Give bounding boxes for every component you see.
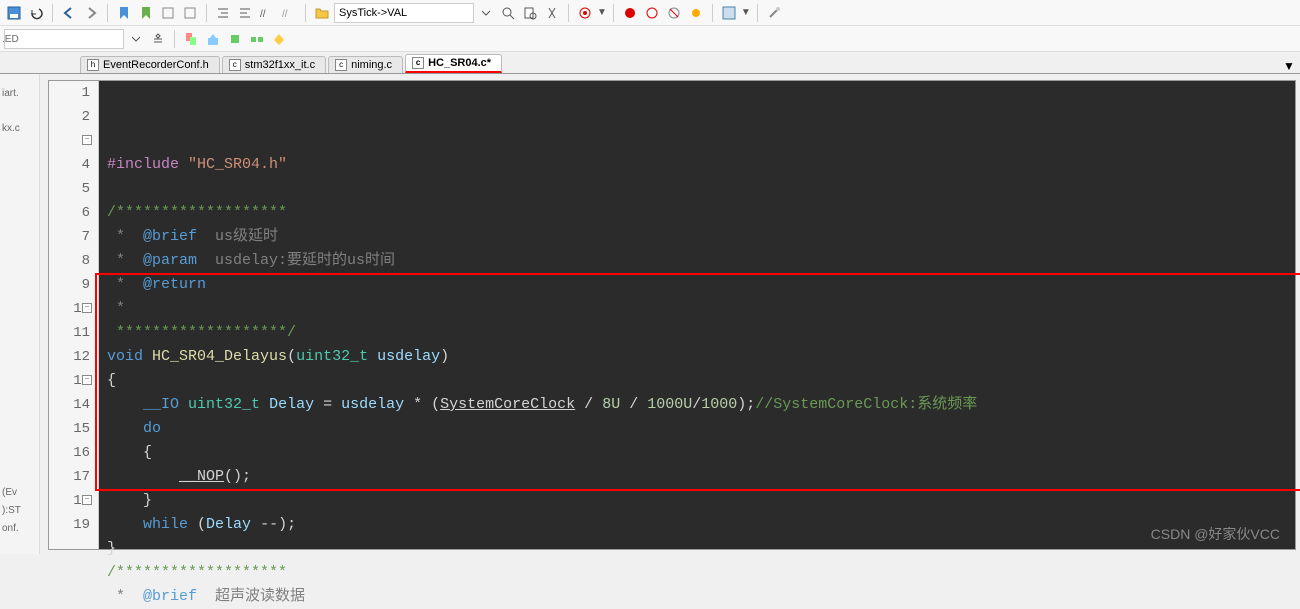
bookmark-add-icon[interactable]	[136, 3, 156, 23]
code-line[interactable]	[107, 177, 1295, 201]
back-icon[interactable]	[59, 3, 79, 23]
tab-hcsr04[interactable]: c HC_SR04.c*	[405, 54, 502, 73]
code-line[interactable]: }	[107, 489, 1295, 513]
code-line[interactable]: /*******************	[107, 201, 1295, 225]
code-line[interactable]: {	[107, 441, 1295, 465]
sidebar-label: ):ST	[2, 505, 21, 516]
code-content[interactable]: #include "HC_SR04.h" /*******************…	[99, 81, 1295, 549]
find-icon[interactable]	[498, 3, 518, 23]
separator	[568, 4, 569, 22]
separator	[174, 30, 175, 48]
code-line[interactable]: * @param usdelay:要延时的us时间	[107, 249, 1295, 273]
file-icon: c	[229, 59, 241, 71]
code-line[interactable]: *	[107, 297, 1295, 321]
separator	[613, 4, 614, 22]
code-line[interactable]: #include "HC_SR04.h"	[107, 153, 1295, 177]
debug-icon[interactable]	[575, 3, 595, 23]
tab-label: HC_SR04.c*	[428, 57, 491, 69]
code-line[interactable]: __IO uint32_t Delay = usdelay * (SystemC…	[107, 393, 1295, 417]
code-line[interactable]: * @brief us级延时	[107, 225, 1295, 249]
breakpoint-kill-icon[interactable]	[664, 3, 684, 23]
file-icon: h	[87, 59, 99, 71]
bookmark-next-icon[interactable]	[180, 3, 200, 23]
build-icon[interactable]	[203, 29, 223, 49]
fold-icon[interactable]: −	[82, 135, 92, 145]
dropdown-icon[interactable]	[126, 29, 146, 49]
window-icon[interactable]	[719, 3, 739, 23]
folder-icon[interactable]	[312, 3, 332, 23]
breakpoint-icon[interactable]	[620, 3, 640, 23]
collapsed-sidebar: .ED iart. kx.c (Ev ):ST onf.	[0, 52, 40, 554]
tab-eventrecorder[interactable]: h EventRecorderConf.h	[80, 56, 220, 73]
svg-text://: //	[260, 9, 266, 20]
code-line[interactable]: do	[107, 417, 1295, 441]
save-icon[interactable]	[4, 3, 24, 23]
file-icon: c	[335, 59, 347, 71]
code-editor[interactable]: 123−45678910−111213−1415161718−19 #inclu…	[48, 80, 1296, 550]
options-icon[interactable]	[148, 29, 168, 49]
code-line[interactable]: {	[107, 369, 1295, 393]
dropdown-arrow[interactable]: ▼	[741, 7, 751, 18]
fold-icon[interactable]: −	[82, 375, 92, 385]
undo-icon[interactable]	[26, 3, 46, 23]
find-in-files-icon[interactable]	[520, 3, 540, 23]
breakpoint-disable-icon[interactable]	[642, 3, 662, 23]
uncomment-icon[interactable]: //	[279, 3, 299, 23]
code-line[interactable]: *******************/	[107, 321, 1295, 345]
sidebar-label: iart.	[2, 88, 37, 99]
stop-build-icon[interactable]	[269, 29, 289, 49]
code-line[interactable]: void HC_SR04_Delayus(uint32_t usdelay)	[107, 345, 1295, 369]
outdent-icon[interactable]	[235, 3, 255, 23]
batch-build-icon[interactable]	[247, 29, 267, 49]
fold-icon[interactable]: −	[82, 495, 92, 505]
dropdown-icon[interactable]	[476, 3, 496, 23]
file-icon: c	[412, 57, 424, 69]
comment-icon[interactable]: //	[257, 3, 277, 23]
target-select[interactable]	[4, 29, 124, 49]
forward-icon[interactable]	[81, 3, 101, 23]
separator	[757, 4, 758, 22]
separator	[107, 4, 108, 22]
tab-label: niming.c	[351, 59, 392, 71]
svg-text://: //	[282, 9, 288, 20]
sidebar-label: (Ev	[2, 487, 17, 498]
indent-icon[interactable]	[213, 3, 233, 23]
translate-icon[interactable]	[181, 29, 201, 49]
configure-icon[interactable]	[764, 3, 784, 23]
sidebar-label: .ED	[2, 34, 19, 45]
bookmark-icon[interactable]	[114, 3, 134, 23]
chevron-down-icon[interactable]: ▼	[1282, 59, 1296, 73]
code-line[interactable]: * @return	[107, 273, 1295, 297]
tab-stm32it[interactable]: c stm32f1xx_it.c	[222, 56, 326, 73]
rebuild-icon[interactable]	[225, 29, 245, 49]
dropdown-arrow[interactable]: ▼	[597, 7, 607, 18]
separator	[712, 4, 713, 22]
code-line[interactable]: * @brief 超声波读数据	[107, 585, 1295, 609]
tab-niming[interactable]: c niming.c	[328, 56, 403, 73]
code-line[interactable]: }	[107, 537, 1295, 561]
fold-icon[interactable]: −	[82, 303, 92, 313]
separator	[206, 4, 207, 22]
editor-tabs: hEventRecorderConf.h cstm32f1xx_it.c cni…	[0, 52, 1300, 74]
code-line[interactable]: /*******************	[107, 561, 1295, 585]
code-line[interactable]: __NOP();	[107, 465, 1295, 489]
separator	[305, 4, 306, 22]
cut-icon[interactable]	[542, 3, 562, 23]
tab-label: stm32f1xx_it.c	[245, 59, 315, 71]
watermark-text: CSDN @好家伙VCC	[1151, 524, 1280, 544]
sidebar-label: onf.	[2, 523, 19, 534]
main-toolbar: // // ▼ ▼	[0, 0, 1300, 26]
code-line[interactable]: while (Delay --);	[107, 513, 1295, 537]
line-numbers: 123−45678910−111213−1415161718−19	[49, 81, 99, 549]
breakpoint-enable-icon[interactable]	[686, 3, 706, 23]
sidebar-label: kx.c	[2, 123, 37, 134]
build-toolbar	[0, 26, 1300, 52]
tab-label: EventRecorderConf.h	[103, 59, 209, 71]
bookmark-prev-icon[interactable]	[158, 3, 178, 23]
separator	[52, 4, 53, 22]
register-input[interactable]	[334, 3, 474, 23]
